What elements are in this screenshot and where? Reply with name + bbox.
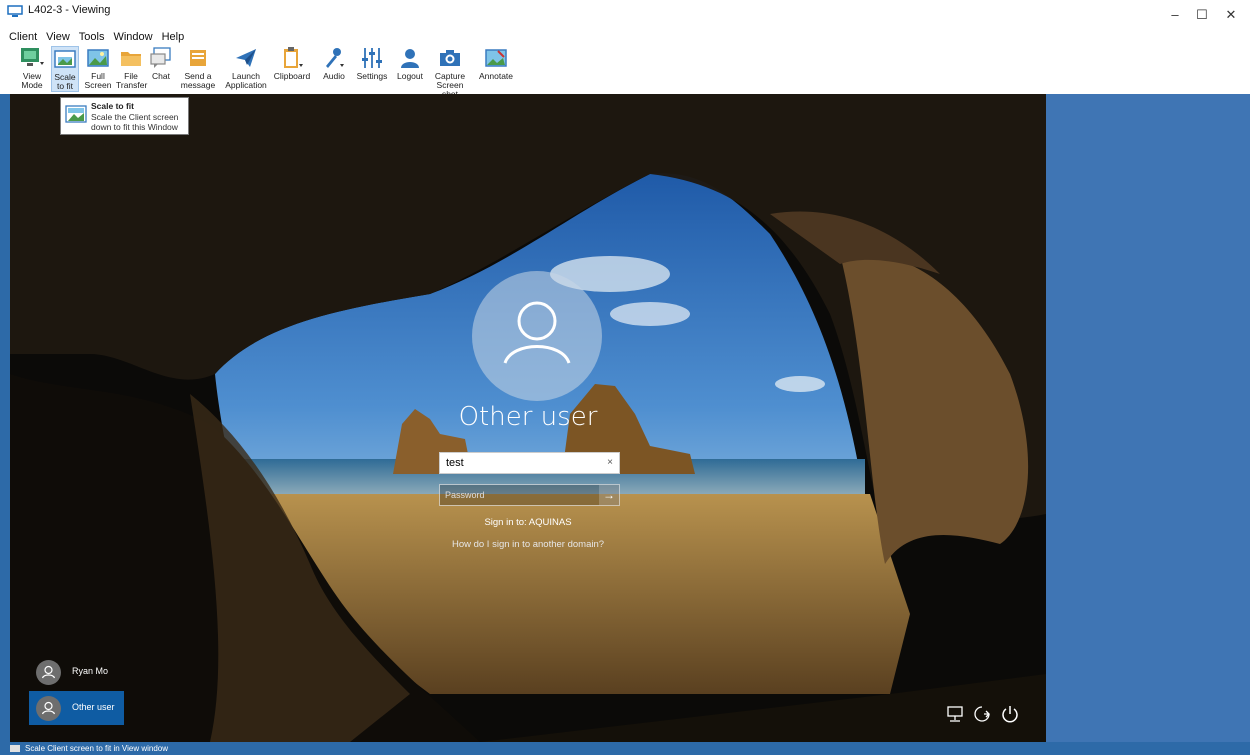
close-button[interactable]: ✕ bbox=[1220, 6, 1242, 24]
menu-view[interactable]: View bbox=[46, 30, 70, 44]
menu-bar: Client View Tools Window Help bbox=[0, 30, 184, 44]
user-avatar-small bbox=[36, 660, 61, 685]
audio-button[interactable]: Audio bbox=[320, 46, 348, 92]
minimize-button[interactable]: – bbox=[1164, 6, 1186, 24]
selected-username: Other user bbox=[458, 402, 598, 432]
window-title: L402-3 - Viewing bbox=[28, 4, 111, 16]
scale-to-fit-icon bbox=[54, 50, 76, 68]
camera-icon bbox=[440, 50, 460, 66]
status-icon bbox=[10, 745, 20, 752]
chat-icon bbox=[150, 47, 171, 68]
toolbar: View Mode Scale to fit Full Screen File Tran… bbox=[0, 44, 1250, 99]
power-icon[interactable] bbox=[1000, 704, 1020, 724]
user-list: Ryan Mo Other user bbox=[29, 655, 124, 727]
launch-application-button[interactable]: Launch Application bbox=[224, 46, 268, 92]
scale-to-fit-tooltip: Scale to fit Scale the Client screen dow… bbox=[60, 97, 189, 135]
folder-icon bbox=[121, 52, 141, 66]
workspace-background bbox=[1046, 94, 1250, 742]
settings-button[interactable]: Settings bbox=[355, 46, 389, 92]
workspace-left-margin bbox=[0, 94, 10, 742]
annotate-icon bbox=[485, 49, 507, 67]
clear-icon[interactable]: × bbox=[607, 453, 613, 473]
user-icon bbox=[41, 665, 56, 679]
chat-button[interactable]: Chat bbox=[148, 46, 174, 92]
username-value: test bbox=[446, 457, 464, 469]
user-silhouette-icon bbox=[503, 301, 571, 364]
logout-button[interactable]: Logout bbox=[394, 46, 426, 92]
user-list-name: Ryan Mo bbox=[72, 666, 109, 676]
user-list-item[interactable]: Other user bbox=[29, 691, 124, 725]
username-field[interactable]: test × bbox=[439, 452, 620, 474]
user-icon bbox=[41, 701, 56, 715]
menu-window[interactable]: Window bbox=[113, 30, 152, 44]
title-bar: L402-3 - Viewing – ☐ ✕ bbox=[0, 0, 1250, 30]
tooltip-description: Scale the Client screen down to fit this… bbox=[91, 112, 179, 132]
send-message-button[interactable]: Send a message bbox=[180, 46, 216, 92]
user-list-item[interactable]: Ryan Mo bbox=[29, 655, 124, 689]
network-icon[interactable] bbox=[945, 704, 965, 724]
capture-screenshot-button[interactable]: CaptureScreen shot bbox=[428, 46, 472, 99]
ease-of-access-icon[interactable] bbox=[972, 704, 992, 724]
view-mode-button[interactable]: View Mode bbox=[17, 46, 47, 92]
remote-screen[interactable]: Other user test × Password → Sign in to:… bbox=[10, 94, 1046, 742]
other-domain-link[interactable]: How do I sign in to another domain? bbox=[10, 539, 1046, 550]
user-avatar bbox=[472, 271, 602, 401]
clipboard-button[interactable]: Clipboard bbox=[272, 46, 312, 92]
status-bar: Scale Client screen to fit in View windo… bbox=[0, 742, 1250, 755]
menu-help[interactable]: Help bbox=[162, 30, 185, 44]
full-screen-icon bbox=[87, 49, 109, 67]
submit-arrow-icon[interactable]: → bbox=[599, 485, 619, 505]
microphone-icon bbox=[326, 48, 344, 68]
menu-client[interactable]: Client bbox=[9, 30, 37, 44]
clipboard-icon bbox=[284, 47, 303, 68]
signin-domain-label: Sign in to: AQUINAS bbox=[484, 517, 572, 528]
annotate-button[interactable]: Annotate bbox=[478, 46, 514, 92]
send-message-icon bbox=[190, 50, 206, 66]
scale-to-fit-icon bbox=[65, 104, 87, 124]
scale-to-fit-button[interactable]: Scale to fit bbox=[51, 46, 79, 92]
sliders-icon bbox=[362, 48, 382, 68]
view-mode-icon bbox=[21, 48, 44, 66]
password-field[interactable]: Password → bbox=[439, 484, 620, 506]
menu-tools[interactable]: Tools bbox=[79, 30, 105, 44]
user-list-name: Other user bbox=[72, 702, 115, 712]
maximize-button[interactable]: ☐ bbox=[1191, 6, 1213, 24]
monitor-icon bbox=[7, 5, 23, 17]
user-logout-icon bbox=[401, 49, 419, 68]
file-transfer-button[interactable]: File Transfer bbox=[116, 46, 147, 92]
full-screen-button[interactable]: Full Screen bbox=[83, 46, 113, 92]
tooltip-title: Scale to fit bbox=[91, 101, 134, 111]
status-text: Scale Client screen to fit in View windo… bbox=[25, 744, 169, 753]
paper-plane-icon bbox=[236, 49, 256, 67]
user-avatar-small bbox=[36, 696, 61, 721]
password-placeholder: Password bbox=[445, 490, 485, 500]
